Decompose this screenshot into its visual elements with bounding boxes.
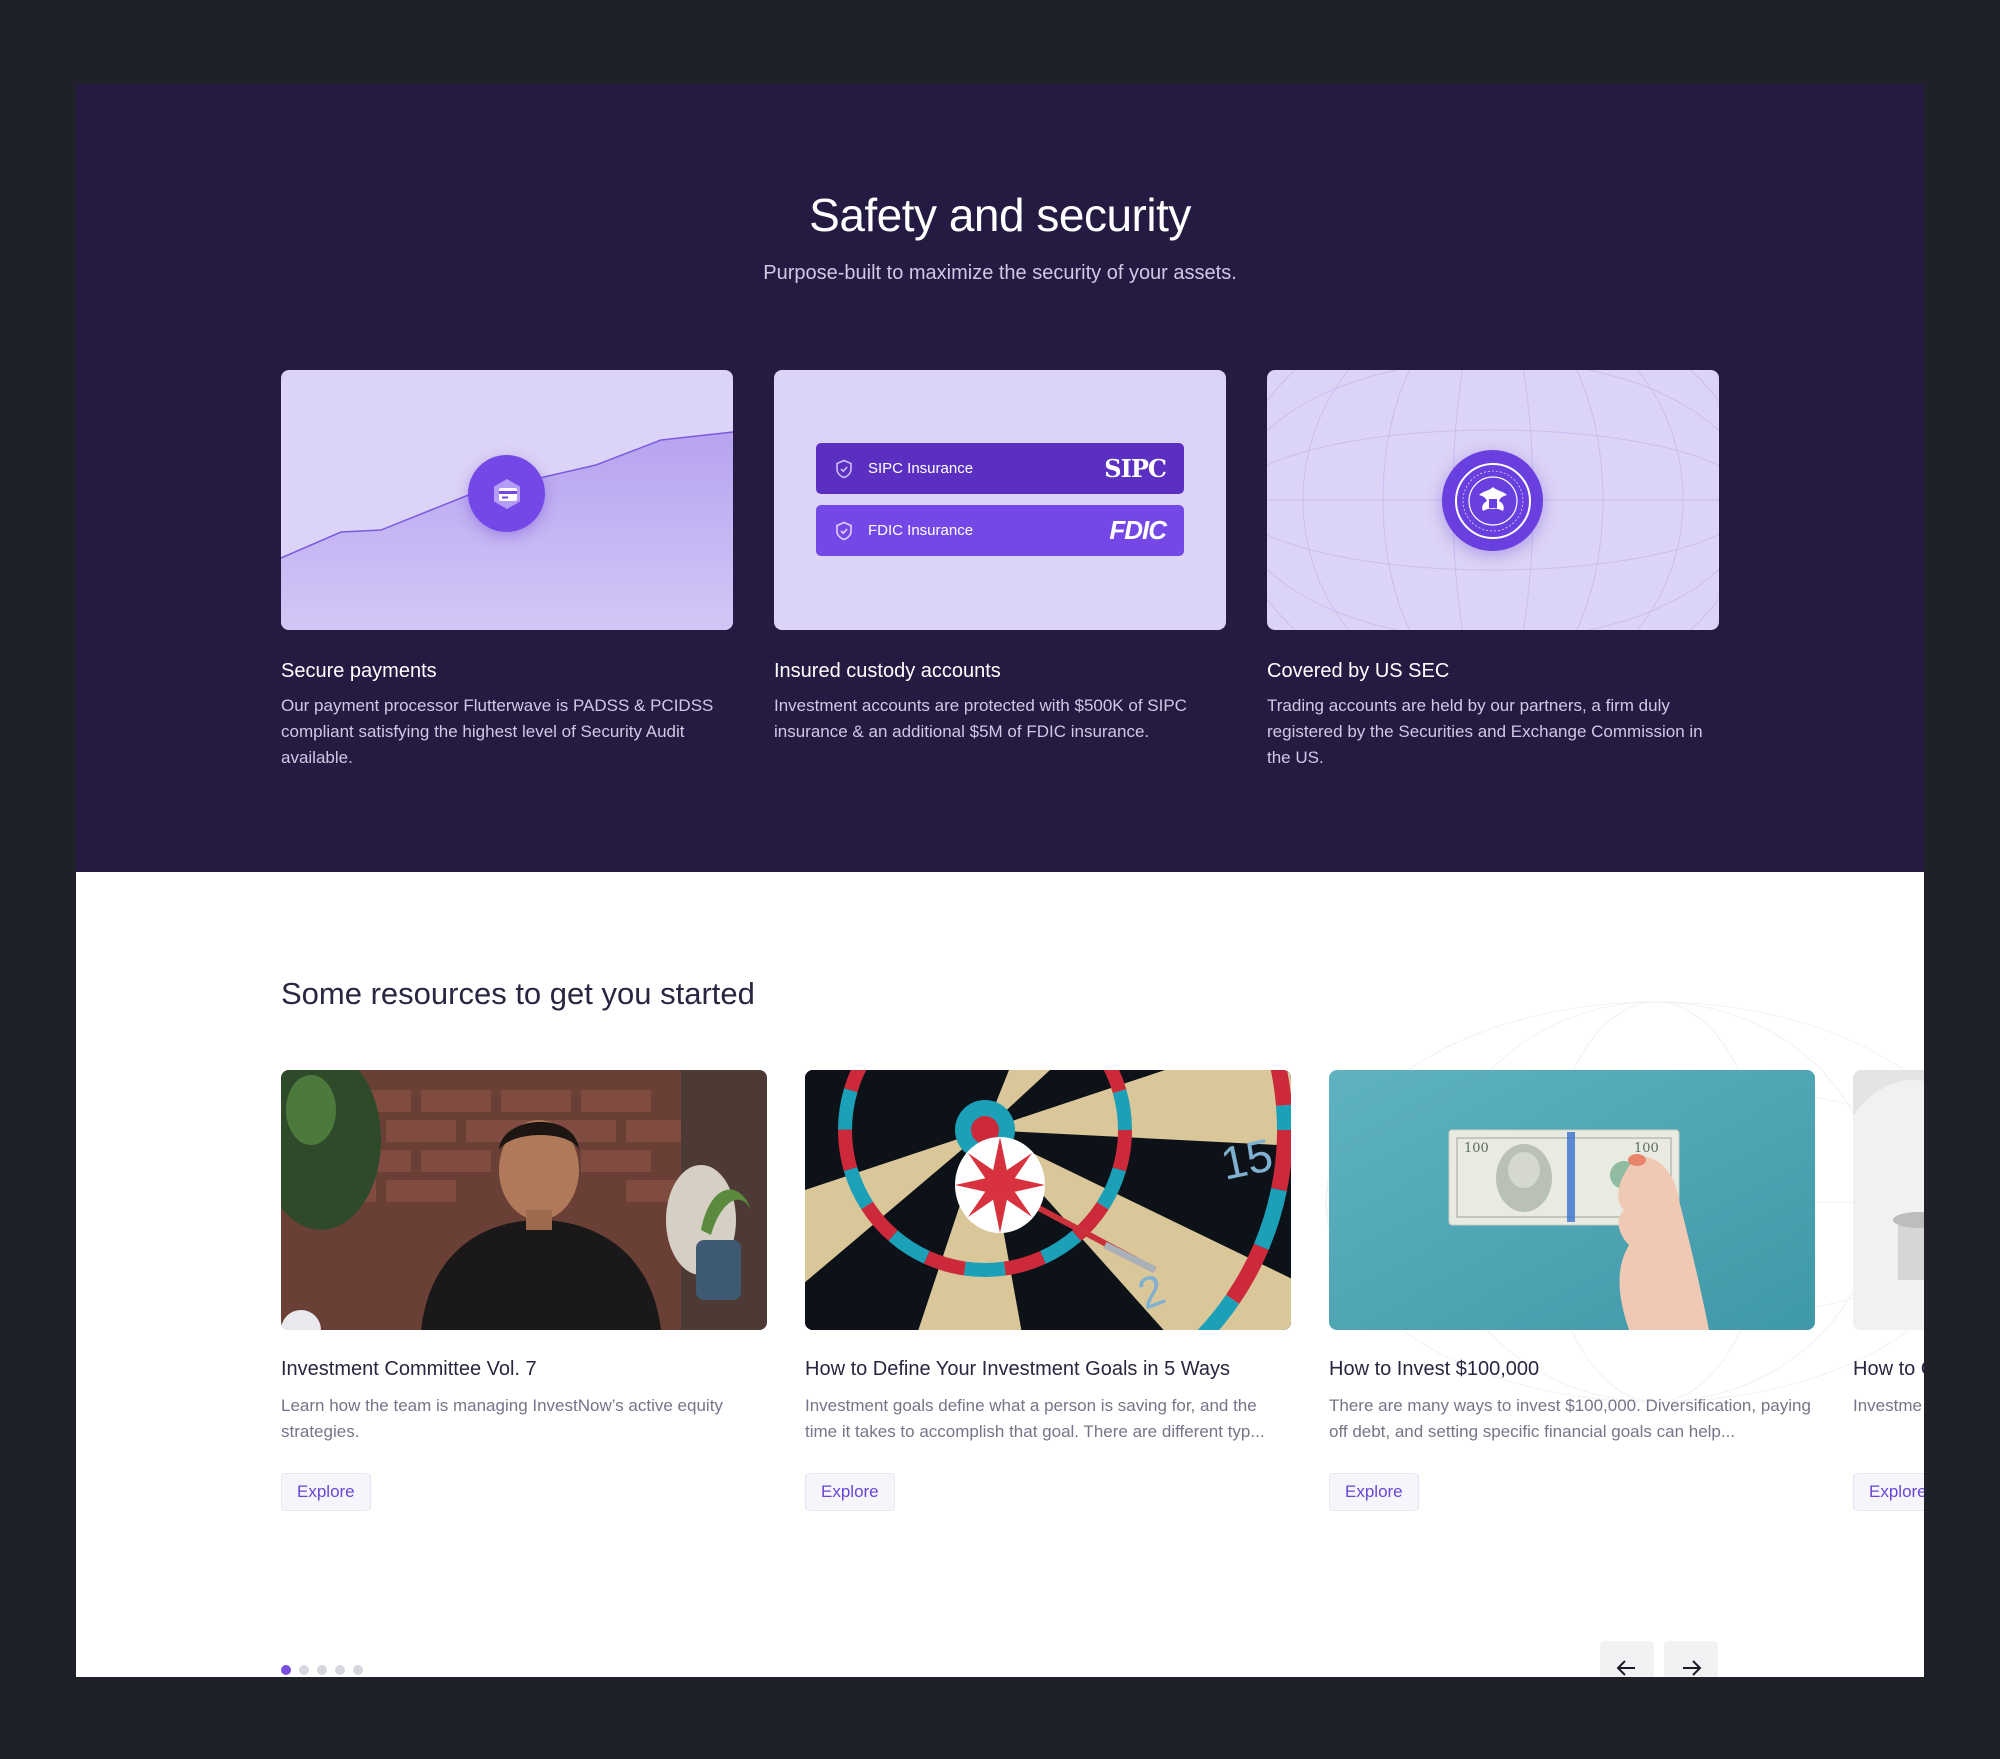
presenter-photo (281, 1070, 767, 1330)
explore-button[interactable]: Explore (1329, 1473, 1419, 1511)
resource-card-description: Investme time it tal (1853, 1396, 1924, 1415)
sec-seal-icon (1454, 462, 1531, 539)
feature-us-sec: Covered by US SEC Trading accounts are h… (1267, 370, 1719, 771)
glass-jar-photo (1853, 1070, 1924, 1330)
resource-card-description: Investment goals define what a person is… (805, 1396, 1265, 1441)
arrow-left-icon (1616, 1660, 1635, 1676)
dartboard-image[interactable]: 15 2 (805, 1070, 1291, 1330)
dollar-bill-image[interactable]: 100 100 (1329, 1070, 1815, 1330)
credit-card-icon (493, 478, 520, 509)
resources-section: Some resources to get you started Invest… (76, 872, 1924, 1677)
sec-illustration (1267, 370, 1719, 630)
resource-card-title[interactable]: How to Define Your Investment Goals in 5… (805, 1358, 1291, 1381)
sipc-insurance-badge: SIPC Insurance SIPC (816, 443, 1184, 494)
feature-description: Trading accounts are held by our partner… (1267, 696, 1703, 767)
pagination-dot[interactable] (299, 1665, 309, 1675)
pagination-dot[interactable] (317, 1665, 327, 1675)
hand-holding-bill-photo: 100 100 (1329, 1070, 1815, 1330)
safety-section: Safety and security Purpose-built to max… (76, 84, 1924, 872)
resource-card-title[interactable]: Investment Committee Vol. 7 (281, 1358, 767, 1381)
payment-badge (468, 455, 545, 532)
pagination-dot[interactable] (281, 1665, 291, 1675)
feature-title: Covered by US SEC (1267, 660, 1450, 682)
insurance-illustration: SIPC Insurance SIPC FDIC Insurance FDIC (774, 370, 1226, 630)
shield-icon (836, 459, 852, 478)
feature-title: Secure payments (281, 660, 437, 682)
carousel-next-button[interactable] (1664, 1641, 1718, 1677)
resource-card-description: There are many ways to invest $100,000. … (1329, 1396, 1811, 1441)
dartboard-photo: 15 2 (805, 1070, 1291, 1330)
pagination-dot[interactable] (335, 1665, 345, 1675)
feature-secure-payments: Secure payments Our payment processor Fl… (281, 370, 733, 771)
sipc-logo: SIPC (1104, 454, 1167, 483)
arrow-right-icon (1683, 1660, 1702, 1676)
resource-card[interactable]: 15 2 How to Define Your Investment Goals… (805, 1070, 1291, 1511)
sec-seal (1442, 450, 1543, 551)
svg-text:100: 100 (1464, 1141, 1489, 1156)
secure-payments-illustration (281, 370, 733, 630)
resource-card[interactable]: How to C Investme time it tal Explore (1853, 1070, 1924, 1511)
glass-jar-image[interactable] (1853, 1070, 1924, 1330)
feature-description: Our payment processor Flutterwave is PAD… (281, 696, 714, 767)
fdic-insurance-badge: FDIC Insurance FDIC (816, 505, 1184, 556)
resource-card-title[interactable]: How to Invest $100,000 (1329, 1358, 1815, 1381)
feature-description: Investment accounts are protected with $… (774, 696, 1187, 741)
explore-button[interactable]: Explore (1853, 1473, 1924, 1511)
explore-button[interactable]: Explore (281, 1473, 371, 1511)
resources-title: Some resources to get you started (281, 976, 755, 1011)
explore-button[interactable]: Explore (805, 1473, 895, 1511)
carousel-prev-button[interactable] (1600, 1641, 1654, 1677)
safety-title: Safety and security (809, 189, 1191, 241)
carousel-pagination (281, 1665, 363, 1675)
resource-card[interactable]: 100 100 How to Invest $100,000 There are… (1329, 1070, 1815, 1511)
svg-text:15: 15 (1216, 1128, 1277, 1190)
resource-card-title[interactable]: How to C (1853, 1358, 1924, 1381)
shield-icon (836, 521, 852, 540)
feature-insured-custody: SIPC Insurance SIPC FDIC Insurance FDIC … (774, 370, 1226, 745)
video-thumbnail-image[interactable] (281, 1070, 767, 1330)
safety-subtitle: Purpose-built to maximize the security o… (763, 262, 1237, 284)
page-frame: Safety and security Purpose-built to max… (76, 84, 1924, 1677)
sipc-insurance-label: SIPC Insurance (868, 460, 974, 477)
fdic-insurance-label: FDIC Insurance (868, 522, 974, 539)
resource-card[interactable]: Investment Committee Vol. 7 Learn how th… (281, 1070, 767, 1511)
pagination-dot[interactable] (353, 1665, 363, 1675)
feature-title: Insured custody accounts (774, 660, 1001, 682)
fdic-logo: FDIC (1109, 515, 1167, 545)
resource-card-description: Learn how the team is managing InvestNow… (281, 1396, 723, 1441)
svg-text:100: 100 (1634, 1141, 1659, 1156)
